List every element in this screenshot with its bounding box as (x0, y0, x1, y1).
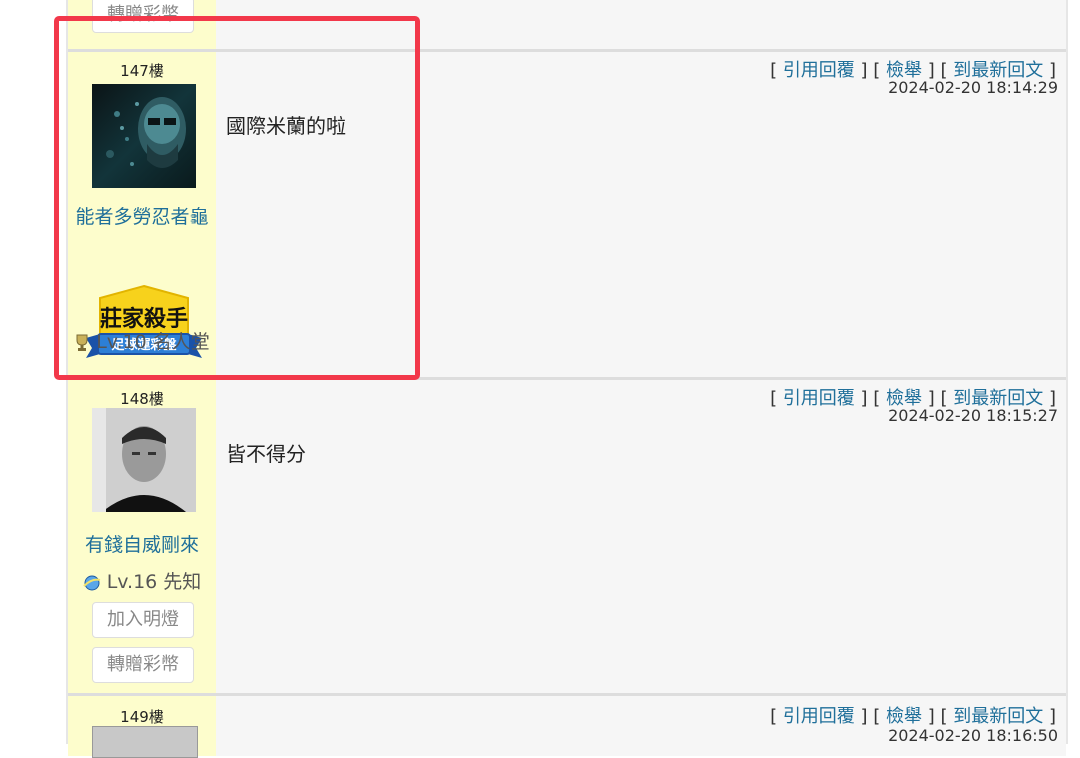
post-146-partial: 轉贈彩幣 (68, 0, 1066, 49)
post-content: [ 引用回覆 ] [ 檢舉 ] [ 到最新回文 ] 2024-02-20 18:… (216, 380, 1066, 696)
post-message: 國際米蘭的啦 (226, 114, 346, 138)
username-link[interactable]: 能者多勞忍者龜 (68, 202, 216, 229)
level-text: Lv.16 先知 (106, 571, 202, 593)
post-content: [ 引用回覆 ] [ 檢舉 ] [ 到最新回文 ] 2024-02-20 18:… (216, 696, 1066, 756)
badge-title-text: 莊家殺手 (100, 306, 188, 331)
post-149: 149樓 [ 引用回覆 ] [ 檢舉 ] [ 到最新回文 ] 2024-02-2… (68, 693, 1066, 758)
post-actions: [ 引用回覆 ] [ 檢舉 ] [ 到最新回文 ] (770, 706, 1056, 727)
username-link[interactable]: 有錢自威剛來 (68, 530, 216, 557)
gift-coins-button[interactable]: 轉贈彩幣 (92, 0, 194, 33)
avatar[interactable] (92, 726, 198, 758)
badge-dealer-killer: 莊家殺手 足球運彩盤 (80, 284, 208, 368)
latest-reply-link[interactable]: 到最新回文 (953, 706, 1043, 727)
report-link[interactable]: 檢舉 (886, 706, 922, 727)
author-panel: 148樓 有錢自威剛來 Lv.16 先知 加入明燈 轉贈彩幣 (68, 380, 216, 696)
floor-number: 147樓 (120, 62, 164, 80)
quote-reply-link[interactable]: 引用回覆 (783, 388, 855, 409)
post-content: [ 引用回覆 ] [ 檢舉 ] [ 到最新回文 ] 2024-02-20 18:… (216, 52, 1066, 380)
avatar[interactable] (92, 84, 196, 188)
author-panel: 149樓 (68, 696, 216, 758)
planet-icon (82, 574, 101, 592)
level-info: Lv.16 先知 (68, 570, 216, 594)
author-panel: 147樓 能者多勞忍者龜 莊家殺手 足球運彩盤 Lv.10 名人堂 (68, 52, 216, 380)
post-timestamp: 2024-02-20 18:15:27 (888, 406, 1058, 425)
gift-coins-button[interactable]: 轉贈彩幣 (92, 647, 194, 683)
level-text: Lv.10 名人堂 (96, 331, 210, 353)
post-content (216, 0, 1066, 49)
floor-number: 148樓 (120, 390, 164, 408)
post-147: 147樓 能者多勞忍者龜 莊家殺手 足球運彩盤 Lv.10 名人堂 [引用回覆… (68, 49, 1066, 380)
level-info: Lv.10 名人堂 (68, 330, 216, 354)
post-message: 皆不得分 (226, 442, 306, 466)
follow-button[interactable]: 加入明燈 (92, 602, 194, 638)
author-panel: 轉贈彩幣 (68, 0, 216, 49)
thread-container: 轉贈彩幣 147樓 能者多勞忍者龜 莊家殺手 足球運彩盤 Lv.10 名人堂 [… (66, 0, 1068, 758)
post-timestamp: 2024-02-20 18:14:29 (888, 78, 1058, 97)
floor-number: 149樓 (120, 708, 164, 726)
quote-reply-link[interactable]: 引用回覆 (783, 706, 855, 727)
trophy-icon (74, 334, 90, 352)
avatar[interactable] (92, 408, 196, 512)
post-timestamp: 2024-02-20 18:16:50 (888, 726, 1058, 745)
quote-reply-link[interactable]: 引用回覆 (783, 60, 855, 81)
post-148: 148樓 有錢自威剛來 Lv.16 先知 加入明燈 轉贈彩幣 [引用回覆] … (68, 377, 1066, 696)
